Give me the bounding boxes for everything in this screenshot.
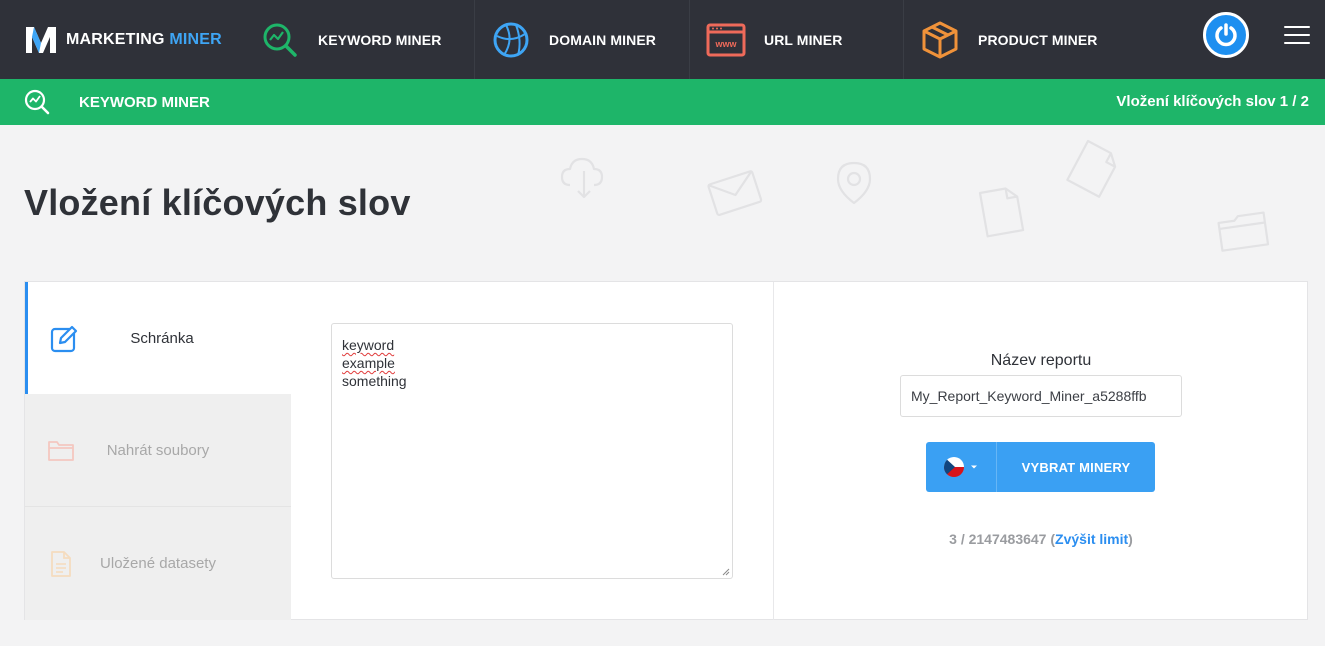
resize-handle-icon[interactable] bbox=[722, 568, 730, 576]
report-settings: Název reportu My_Report_Keyword_Miner_a5… bbox=[774, 282, 1308, 620]
keyword-input-card: Schránka Nahrát soubory Uložené datasety… bbox=[24, 281, 1308, 620]
brand-name: MARKETING MINER bbox=[66, 30, 222, 48]
chevron-down-icon bbox=[971, 465, 977, 469]
brand-logo[interactable]: MARKETING MINER bbox=[0, 0, 240, 79]
choose-miners-button[interactable]: VYBRAT MINERY bbox=[997, 442, 1155, 492]
tab-clipboard-label: Schránka bbox=[130, 330, 194, 347]
usage-count: 3 / 2147483647 bbox=[949, 531, 1047, 547]
top-navigation: MARKETING MINER KEYWORD MINER DOMAIN MIN… bbox=[0, 0, 1325, 79]
menu-icon[interactable] bbox=[1284, 26, 1310, 44]
keyword-search-icon bbox=[260, 20, 300, 60]
nav-domain-miner[interactable]: DOMAIN MINER bbox=[475, 0, 690, 79]
input-source-tabs: Schránka Nahrát soubory Uložené datasety bbox=[25, 282, 291, 620]
url-icon-text: www bbox=[714, 39, 737, 49]
account-power-button[interactable] bbox=[1203, 12, 1249, 58]
miner-action-group: VYBRAT MINERY bbox=[926, 442, 1155, 492]
nav-keyword-miner[interactable]: KEYWORD MINER bbox=[240, 0, 475, 79]
report-name-input[interactable]: My_Report_Keyword_Miner_a5288ffb bbox=[900, 375, 1182, 417]
keyword-line: example bbox=[342, 355, 395, 371]
globe-icon bbox=[491, 20, 531, 60]
nav-domain-label: DOMAIN MINER bbox=[549, 31, 656, 48]
section-bar: KEYWORD MINER Vložení klíčových slov 1 /… bbox=[0, 79, 1325, 125]
limit-close-paren: ) bbox=[1128, 531, 1133, 547]
power-icon bbox=[1215, 23, 1237, 47]
marketing-miner-logo-icon bbox=[26, 26, 56, 53]
page-title: Vložení klíčových slov bbox=[24, 182, 411, 223]
browser-window-icon: www bbox=[706, 20, 746, 60]
step-indicator: Vložení klíčových slov 1 / 2 bbox=[1116, 93, 1309, 110]
product-box-icon bbox=[920, 20, 960, 60]
nav-keyword-label: KEYWORD MINER bbox=[318, 31, 442, 48]
tab-saved-datasets[interactable]: Uložené datasety bbox=[25, 507, 291, 620]
keyword-line: something bbox=[342, 373, 407, 389]
czech-flag-icon bbox=[944, 457, 964, 477]
background-decoration-icon bbox=[560, 139, 1270, 252]
increase-limit-link[interactable]: Zvýšit limit bbox=[1055, 531, 1128, 547]
nav-product-miner[interactable]: PRODUCT MINER bbox=[904, 0, 1194, 79]
limit-open-paren: ( bbox=[1046, 531, 1056, 547]
nav-product-label: PRODUCT MINER bbox=[978, 31, 1098, 48]
country-select-button[interactable] bbox=[926, 442, 997, 492]
section-title: KEYWORD MINER bbox=[79, 94, 210, 111]
usage-limit: 3 / 2147483647 (Zvýšit limit) bbox=[774, 531, 1308, 547]
tab-datasets-label: Uložené datasety bbox=[100, 555, 216, 572]
nav-url-miner[interactable]: www URL MINER bbox=[690, 0, 904, 79]
keyword-miner-search-icon bbox=[24, 89, 50, 115]
tab-clipboard[interactable]: Schránka bbox=[25, 282, 291, 395]
nav-url-label: URL MINER bbox=[764, 31, 843, 48]
tab-upload-label: Nahrát soubory bbox=[106, 441, 210, 459]
report-name-label: Název reportu bbox=[990, 352, 1092, 369]
keyword-line: keyword bbox=[342, 337, 395, 353]
keywords-textarea[interactable]: keyword example something bbox=[331, 323, 733, 579]
tab-upload-files[interactable]: Nahrát soubory bbox=[25, 394, 291, 507]
